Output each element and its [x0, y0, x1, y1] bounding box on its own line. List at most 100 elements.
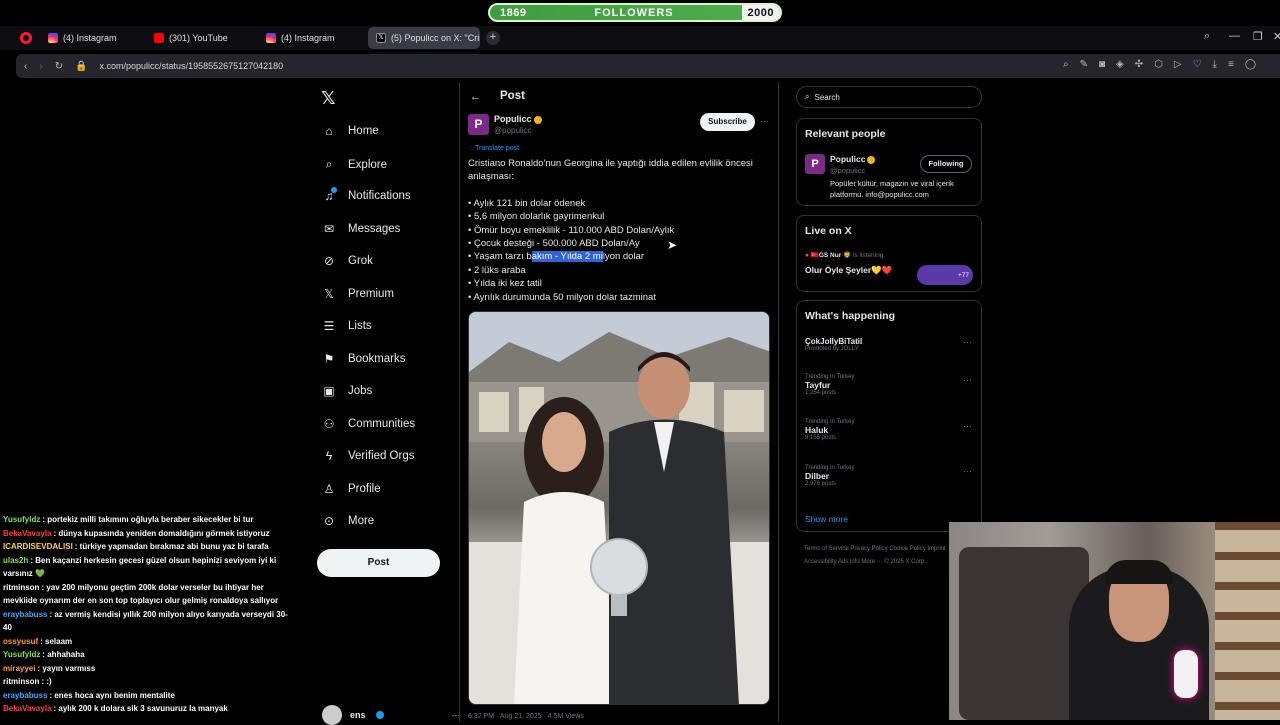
menu-icon[interactable]: ≡	[1228, 59, 1234, 70]
nav-item-bookmarks[interactable]: ⚑ Bookmarks	[322, 352, 406, 366]
following-button[interactable]: Following	[920, 155, 972, 173]
chat-username[interactable]: ossyusuf	[3, 637, 38, 646]
chat-username[interactable]: ritminson	[3, 677, 39, 686]
nav-item-grok[interactable]: ⊘ Grok	[322, 254, 373, 268]
live-title[interactable]: Olur Öyle Şeyler💛❤️	[805, 265, 892, 276]
heart-icon[interactable]: ♡	[1193, 59, 1202, 70]
back-arrow-icon[interactable]: ‹	[24, 61, 27, 72]
camera-icon[interactable]: ◙	[1099, 59, 1105, 70]
search-input[interactable]: ⌕ Search	[796, 86, 982, 108]
tab-title: (301) YouTube	[169, 33, 228, 43]
browser-tab[interactable]: (301) YouTube	[146, 27, 258, 49]
live-host[interactable]: ● 🇹🇷GS Nur 🦁 is listening	[805, 251, 883, 259]
more-dots-icon[interactable]: ···	[963, 466, 972, 476]
chat-username[interactable]: Yusufyldz	[3, 650, 40, 659]
nav-item-communities[interactable]: ⚇ Communities	[322, 417, 416, 431]
play-icon[interactable]: ▷	[1174, 59, 1182, 70]
account-name: ens	[350, 710, 366, 720]
show-more-link[interactable]: Show more	[805, 514, 848, 524]
edit-icon[interactable]: ✎	[1080, 59, 1088, 70]
maximize-icon[interactable]: ❐	[1253, 30, 1263, 43]
more-dots-icon[interactable]: ···	[963, 337, 972, 347]
nav-item-profile[interactable]: ♙ Profile	[322, 482, 381, 496]
x-logo-icon[interactable]: 𝕏	[321, 88, 336, 109]
chat-text: : türkiye yapmadan bırakmaz abi bunu yaz…	[74, 542, 269, 551]
profile-icon[interactable]: ◯	[1245, 59, 1256, 70]
trend-item[interactable]: Trending in Turkey Dilber 2,976 posts	[805, 465, 854, 487]
subscribe-button[interactable]: Subscribe	[700, 113, 755, 131]
x-icon: 𝕏	[376, 33, 386, 43]
nav-label: Communities	[348, 418, 416, 430]
forward-arrow-icon[interactable]: ›	[39, 61, 42, 72]
verified-badge-icon	[533, 115, 542, 124]
browser-tab[interactable]: (4) Instagram	[258, 27, 368, 49]
minimize-icon[interactable]: —	[1229, 30, 1240, 42]
trend-item[interactable]: ÇokJollyBiTatil Promoted by JOLLY	[805, 337, 862, 352]
nav-item-more[interactable]: ⊙ More	[322, 514, 374, 528]
avatar[interactable]: P	[805, 154, 825, 174]
nav-item-explore[interactable]: ⌕ Explore	[322, 157, 387, 172]
opera-logo-icon[interactable]	[20, 32, 32, 44]
chat-username[interactable]: mirayyei	[3, 664, 35, 673]
shield-icon[interactable]: ◈	[1116, 59, 1124, 70]
more-dots-icon[interactable]: ···	[760, 116, 769, 126]
chat-username[interactable]: ICARDISEVDALISI	[3, 542, 73, 551]
chat-username[interactable]: BekaVavayla	[3, 704, 52, 713]
chat-text: : yayın varmıss	[37, 663, 96, 673]
nav-label: Home	[348, 125, 379, 137]
chat-username[interactable]: BekaVavayla	[3, 529, 52, 538]
chat-text: : dünya kupasında yeniden domaldığını gö…	[53, 528, 270, 538]
mouse-cursor-icon: ➤	[667, 238, 678, 252]
chat-username[interactable]: ritminson	[3, 583, 39, 592]
url-input[interactable]: x.com/populicc/status/195855267512704218…	[100, 61, 284, 71]
new-tab-button[interactable]: +	[486, 31, 500, 45]
browser-tab-bar: (4) Instagram (301) YouTube (4) Instagra…	[0, 26, 1280, 50]
post-photo-illustration	[469, 312, 769, 704]
zoom-icon[interactable]: ⌕	[1063, 59, 1069, 70]
more-dots-icon[interactable]: ···	[963, 421, 972, 431]
author-avatar[interactable]: P	[468, 114, 489, 135]
author-name[interactable]: Populicc	[494, 114, 542, 124]
translate-post-link[interactable]: ◌ Translate post	[469, 145, 519, 152]
chat-message: ulas2h: Ben kaçanzi herkesin gecesi güze…	[3, 554, 293, 581]
close-icon[interactable]: ✕	[1273, 30, 1280, 43]
chat-message: Yusufyldz: ahhahaha	[3, 648, 293, 662]
chat-message: eraybabuss: enes hoca aynı benim mentali…	[3, 689, 293, 703]
chat-username[interactable]: ulas2h	[3, 556, 28, 565]
cube-icon[interactable]: ⬡	[1154, 59, 1163, 70]
nav-item-notifications[interactable]: ♫ Notifications	[322, 187, 411, 203]
nav-item-home[interactable]: ⌂ Home	[322, 124, 379, 138]
search-icon[interactable]: ⌕	[1204, 30, 1210, 43]
reload-icon[interactable]: ↻	[55, 61, 63, 72]
post-button[interactable]: Post	[317, 549, 440, 577]
footer-links[interactable]: Terms of Service Privacy Policy Cookie P…	[804, 543, 954, 569]
chat-text: : ahhahaha	[42, 650, 85, 659]
nav-item-lists[interactable]: ☰ Lists	[322, 319, 372, 333]
instagram-icon	[48, 33, 58, 43]
relevant-name[interactable]: Populicc	[830, 154, 876, 164]
nav-item-messages[interactable]: ✉ Messages	[322, 222, 400, 236]
browser-tab-active[interactable]: 𝕏 (5) Populicc on X: "Cristian	[368, 27, 480, 49]
relevant-handle[interactable]: @populicc	[830, 166, 865, 175]
post-photo[interactable]	[468, 311, 770, 705]
chat-username[interactable]: eraybabuss	[3, 610, 47, 619]
browser-tab[interactable]: (4) Instagram	[40, 27, 146, 49]
account-switcher[interactable]: ens ···	[322, 705, 461, 725]
download-icon[interactable]: ⤓	[1213, 59, 1217, 70]
lightning-icon: ϟ	[325, 449, 333, 463]
followers-goal: 2000	[741, 5, 780, 20]
chat-username[interactable]: Yusufyldz	[3, 515, 40, 524]
extension-icon[interactable]: ✣	[1135, 59, 1143, 70]
nav-label: Premium	[348, 288, 395, 300]
nav-item-premium[interactable]: 𝕏 Premium	[322, 287, 394, 301]
lock-icon: 🔒	[75, 60, 88, 72]
listener-avatars[interactable]: +77	[917, 265, 973, 285]
trend-item[interactable]: Trending in Turkey Haluk 9,155 posts	[805, 419, 854, 441]
nav-item-verified-orgs[interactable]: ϟ Verified Orgs	[322, 449, 415, 463]
more-dots-icon[interactable]: ···	[963, 375, 972, 385]
chat-username[interactable]: eraybabuss	[3, 691, 47, 700]
author-handle[interactable]: @populicc	[494, 126, 531, 135]
back-arrow-icon[interactable]: ←	[470, 91, 481, 103]
trend-item[interactable]: Trending in Turkey Tayfur 1,254 posts	[805, 374, 854, 396]
nav-item-jobs[interactable]: ▣ Jobs	[322, 384, 372, 398]
